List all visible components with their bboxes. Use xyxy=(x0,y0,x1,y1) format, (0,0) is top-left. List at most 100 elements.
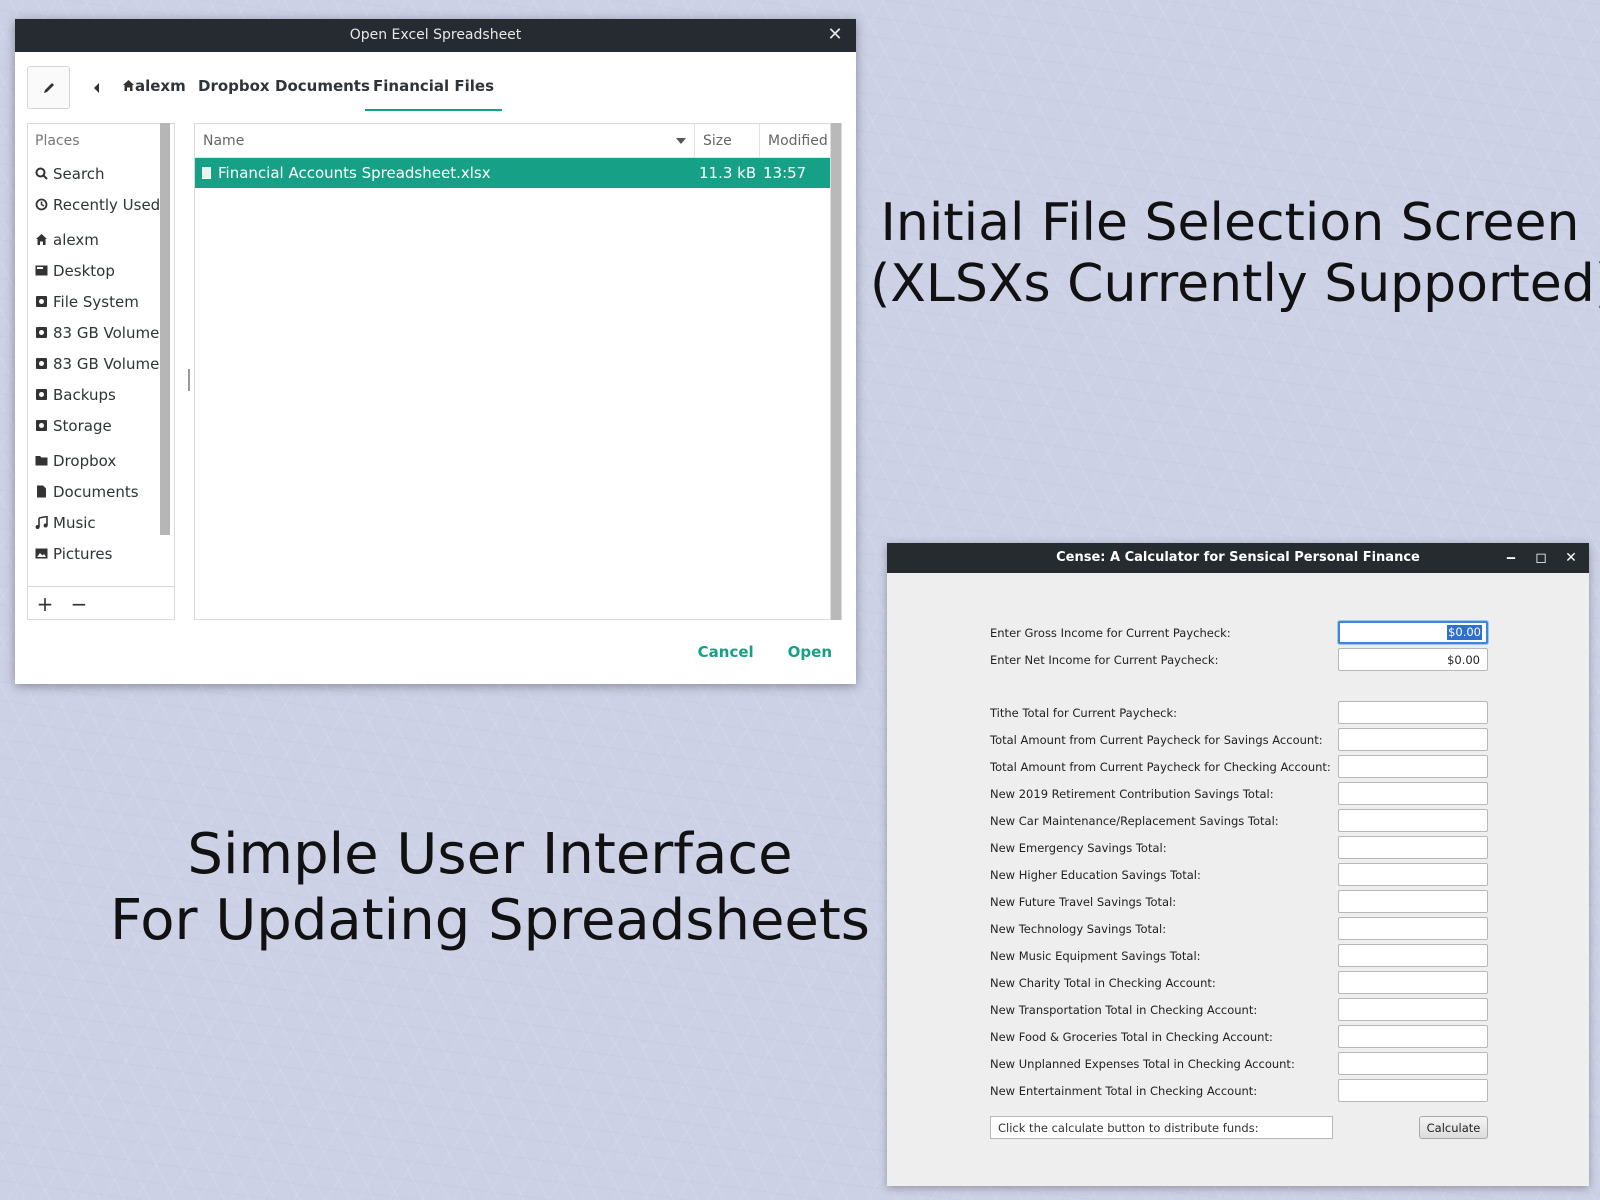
field-row: New Food & Groceries Total in Checking A… xyxy=(990,1025,1490,1048)
transportation-total-field[interactable] xyxy=(1338,998,1488,1021)
places-toolbar: + − xyxy=(27,586,175,620)
calculate-button[interactable]: Calculate xyxy=(1419,1116,1488,1139)
field-label: New Car Maintenance/Replacement Savings … xyxy=(990,814,1279,828)
file-list: Name Size Modified Financial Accounts Sp… xyxy=(194,123,842,620)
place-volume-1[interactable]: 83 GB Volume xyxy=(28,317,174,348)
image-icon xyxy=(34,547,48,561)
drive-icon xyxy=(34,295,48,309)
field-label: Enter Net Income for Current Paycheck: xyxy=(990,653,1219,667)
emergency-savings-field[interactable] xyxy=(1338,836,1488,859)
place-label: 83 GB Volume xyxy=(53,323,160,342)
place-backups[interactable]: Backups xyxy=(28,379,174,410)
field-label: Total Amount from Current Paycheck for S… xyxy=(990,733,1323,747)
checking-account-field[interactable] xyxy=(1338,755,1488,778)
field-row: New Music Equipment Savings Total: xyxy=(990,944,1490,967)
place-volume-2[interactable]: 83 GB Volume xyxy=(28,348,174,379)
unplanned-expenses-field[interactable] xyxy=(1338,1052,1488,1075)
field-row: Tithe Total for Current Paycheck: xyxy=(990,701,1490,724)
music-icon xyxy=(34,516,48,530)
place-documents[interactable]: Documents xyxy=(28,476,174,507)
place-storage[interactable]: Storage xyxy=(28,410,174,441)
dialog-title: Open Excel Spreadsheet xyxy=(349,27,522,43)
pane-resize-handle[interactable] xyxy=(188,369,190,391)
close-icon[interactable]: ✕ xyxy=(1561,548,1581,568)
place-dropbox[interactable]: Dropbox xyxy=(28,445,174,476)
technology-savings-field[interactable] xyxy=(1338,917,1488,940)
tithe-total-field[interactable] xyxy=(1338,701,1488,724)
field-row: New Future Travel Savings Total: xyxy=(990,890,1490,913)
calculator-titlebar: Cense: A Calculator for Sensical Persona… xyxy=(887,543,1589,573)
charity-total-field[interactable] xyxy=(1338,971,1488,994)
travel-savings-field[interactable] xyxy=(1338,890,1488,913)
path-bar: alexm Dropbox Documents Financial Files xyxy=(27,66,844,112)
place-music[interactable]: Music xyxy=(28,507,174,538)
entertainment-total-field[interactable] xyxy=(1338,1079,1488,1102)
column-modified-header[interactable]: Modified xyxy=(760,124,832,158)
music-savings-field[interactable] xyxy=(1338,944,1488,967)
gross-income-input[interactable] xyxy=(1338,621,1488,644)
field-row: New Unplanned Expenses Total in Checking… xyxy=(990,1052,1490,1075)
dialog-actions: Cancel Open xyxy=(678,641,846,663)
places-sidebar: Places Search Recently Used alexm Deskto… xyxy=(27,123,175,620)
maximize-icon[interactable]: ◻ xyxy=(1531,548,1551,568)
drive-icon xyxy=(34,326,48,340)
places-header: Places xyxy=(35,133,80,149)
path-back-button[interactable] xyxy=(87,78,107,98)
place-file-system[interactable]: File System xyxy=(28,286,174,317)
caption-line: For Updating Spreadsheets xyxy=(110,888,870,954)
retirement-savings-field[interactable] xyxy=(1338,782,1488,805)
file-row[interactable]: Financial Accounts Spreadsheet.xlsx 11.3… xyxy=(195,158,841,188)
places-scrollbar[interactable] xyxy=(160,123,170,535)
column-size-header[interactable]: Size xyxy=(695,124,760,158)
place-home[interactable]: alexm xyxy=(28,224,174,255)
field-label: New Unplanned Expenses Total in Checking… xyxy=(990,1057,1295,1071)
place-desktop[interactable]: Desktop xyxy=(28,255,174,286)
close-icon[interactable]: ✕ xyxy=(824,24,846,46)
savings-account-field[interactable] xyxy=(1338,728,1488,751)
dialog-titlebar: Open Excel Spreadsheet ✕ xyxy=(15,19,856,52)
drive-icon xyxy=(34,419,48,433)
file-list-scrollbar[interactable] xyxy=(830,123,841,620)
gross-income-row: Enter Gross Income for Current Paycheck:… xyxy=(990,621,1490,644)
place-label: Desktop xyxy=(53,261,115,280)
education-savings-field[interactable] xyxy=(1338,863,1488,886)
spreadsheet-icon xyxy=(202,167,211,179)
net-income-input[interactable] xyxy=(1338,648,1488,671)
breadcrumb-home[interactable]: alexm xyxy=(122,77,186,111)
file-name-cell: Financial Accounts Spreadsheet.xlsx xyxy=(195,164,695,182)
column-name-header[interactable]: Name xyxy=(195,124,695,158)
place-recently-used[interactable]: Recently Used xyxy=(28,189,174,220)
caption-line: Initial File Selection Screen xyxy=(880,193,1580,253)
add-bookmark-button[interactable]: + xyxy=(29,589,61,619)
plus-icon: + xyxy=(36,591,54,616)
file-name: Financial Accounts Spreadsheet.xlsx xyxy=(218,164,491,182)
place-label: Documents xyxy=(53,482,139,501)
caption-user-interface: Simple User Interface For Updating Sprea… xyxy=(95,822,885,954)
field-label: Total Amount from Current Paycheck for C… xyxy=(990,760,1331,774)
breadcrumb-documents[interactable]: Documents xyxy=(275,77,370,111)
net-income-row: Enter Net Income for Current Paycheck: xyxy=(990,648,1490,671)
field-label: New 2019 Retirement Contribution Savings… xyxy=(990,787,1274,801)
open-button[interactable]: Open xyxy=(774,641,846,663)
minimize-icon[interactable]: ‒ xyxy=(1501,548,1521,568)
groceries-total-field[interactable] xyxy=(1338,1025,1488,1048)
place-label: Storage xyxy=(53,416,112,435)
breadcrumb-label: alexm xyxy=(135,77,186,95)
place-label: Pictures xyxy=(53,544,113,563)
field-row: New Transportation Total in Checking Acc… xyxy=(990,998,1490,1021)
cancel-button[interactable]: Cancel xyxy=(684,641,768,663)
minus-icon: − xyxy=(70,591,88,616)
car-savings-field[interactable] xyxy=(1338,809,1488,832)
place-pictures[interactable]: Pictures xyxy=(28,538,174,569)
edit-location-button[interactable] xyxy=(27,66,70,109)
field-label: New Technology Savings Total: xyxy=(990,922,1167,936)
place-label: Dropbox xyxy=(53,451,117,470)
breadcrumb-financial-files[interactable]: Financial Files xyxy=(365,77,503,111)
remove-bookmark-button[interactable]: − xyxy=(63,589,95,619)
place-search[interactable]: Search xyxy=(28,158,174,189)
field-row: New Emergency Savings Total: xyxy=(990,836,1490,859)
window-title: Cense: A Calculator for Sensical Persona… xyxy=(1056,550,1420,565)
field-row: New Entertainment Total in Checking Acco… xyxy=(990,1079,1490,1102)
place-label: Recently Used xyxy=(53,195,161,214)
breadcrumb-dropbox[interactable]: Dropbox xyxy=(198,77,270,111)
